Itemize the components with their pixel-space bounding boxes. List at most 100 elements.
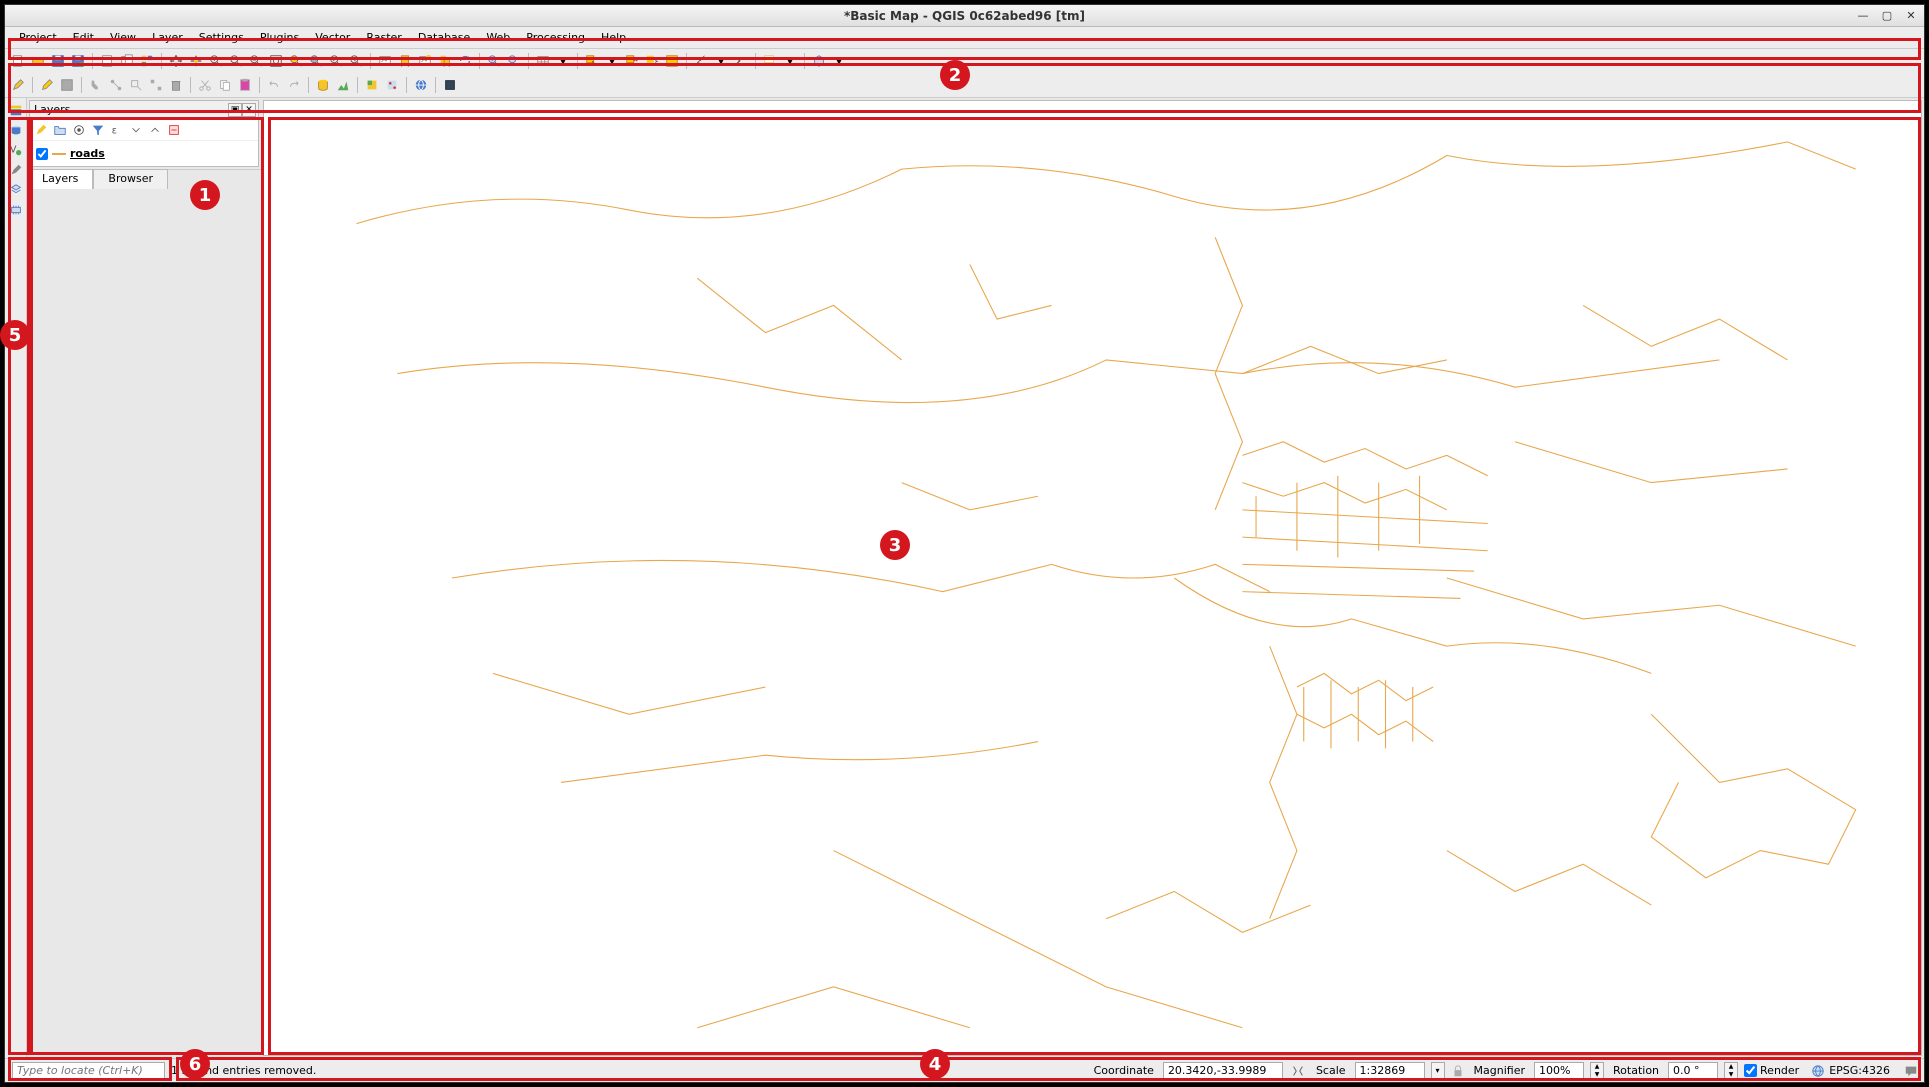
- expand-all-icon[interactable]: [128, 122, 144, 138]
- select-by-expression-icon[interactable]: ε: [643, 52, 661, 70]
- save-as-icon[interactable]: [69, 52, 87, 70]
- processing-toolbox-icon[interactable]: [441, 76, 459, 94]
- menu-project[interactable]: Project: [11, 29, 65, 46]
- redo-icon[interactable]: [285, 76, 303, 94]
- add-feature-icon[interactable]: [87, 76, 105, 94]
- zoom-in-icon[interactable]: [207, 52, 225, 70]
- show-bookmarks-icon[interactable]: [436, 52, 454, 70]
- menu-processing[interactable]: Processing: [518, 29, 593, 46]
- rotation-input[interactable]: [1668, 1062, 1718, 1080]
- zoom-to-layer-icon[interactable]: [307, 52, 325, 70]
- zoom-out-icon[interactable]: [227, 52, 245, 70]
- map-canvas[interactable]: [263, 100, 1922, 1056]
- temporal-controller-icon[interactable]: [416, 52, 434, 70]
- select-dropdown-icon[interactable]: ▾: [554, 52, 572, 70]
- measure-icon[interactable]: [692, 52, 710, 70]
- identify-icon[interactable]: [485, 52, 503, 70]
- collapse-all-icon[interactable]: [147, 122, 163, 138]
- layer-style-icon[interactable]: [33, 122, 49, 138]
- toggle-editing-icon[interactable]: [9, 76, 27, 94]
- raster-calc-icon[interactable]: [363, 76, 381, 94]
- identify-menu-icon[interactable]: [505, 52, 523, 70]
- menu-web[interactable]: Web: [478, 29, 518, 46]
- save-icon[interactable]: [49, 52, 67, 70]
- pan-to-selection-icon[interactable]: [187, 52, 205, 70]
- filter-by-expression-icon[interactable]: ε: [109, 122, 125, 138]
- plugin-db-icon[interactable]: [314, 76, 332, 94]
- close-button[interactable]: ✕: [1904, 9, 1918, 23]
- tab-layers[interactable]: Layers: [27, 169, 93, 189]
- scale-dropdown-button[interactable]: ▾: [1431, 1062, 1445, 1080]
- layout-manager-icon[interactable]: [118, 52, 136, 70]
- new-project-icon[interactable]: [9, 52, 27, 70]
- menu-view[interactable]: View: [102, 29, 144, 46]
- digitize-icon[interactable]: [107, 76, 125, 94]
- menu-layer[interactable]: Layer: [144, 29, 191, 46]
- move-feature-icon[interactable]: [127, 76, 145, 94]
- print-layout-icon[interactable]: [98, 52, 116, 70]
- coordinate-input[interactable]: [1163, 1062, 1283, 1080]
- remove-layer-icon[interactable]: [166, 122, 182, 138]
- add-group-icon[interactable]: [52, 122, 68, 138]
- new-spatialite-icon[interactable]: [8, 162, 24, 178]
- refresh-icon[interactable]: [456, 52, 474, 70]
- magnifier-input[interactable]: [1534, 1062, 1584, 1080]
- zoom-next-icon[interactable]: [347, 52, 365, 70]
- deselect-icon[interactable]: [623, 52, 641, 70]
- menu-vector[interactable]: Vector: [307, 29, 358, 46]
- pan-icon[interactable]: [167, 52, 185, 70]
- new-memory-layer-icon[interactable]: [8, 202, 24, 218]
- zoom-to-selection-icon[interactable]: [287, 52, 305, 70]
- plugin-topo-icon[interactable]: [334, 76, 352, 94]
- open-project-icon[interactable]: [29, 52, 47, 70]
- open-attribute-table-icon[interactable]: [534, 52, 552, 70]
- magnifier-spinner[interactable]: ▲▼: [1590, 1062, 1604, 1080]
- map-tips-dropdown-icon[interactable]: ▾: [781, 52, 799, 70]
- render-checkbox[interactable]: [1744, 1064, 1757, 1077]
- layer-roads-row[interactable]: roads: [34, 145, 254, 162]
- copy-icon[interactable]: [216, 76, 234, 94]
- tab-browser[interactable]: Browser: [93, 169, 168, 189]
- zoom-native-icon[interactable]: [247, 52, 265, 70]
- menu-raster[interactable]: Raster: [358, 29, 409, 46]
- locator-input[interactable]: [12, 1062, 165, 1080]
- zoom-full-icon[interactable]: [267, 52, 285, 70]
- new-bookmark-icon[interactable]: [396, 52, 414, 70]
- layer-visibility-checkbox[interactable]: [36, 148, 48, 160]
- map-tips-icon[interactable]: [761, 52, 779, 70]
- new-shapefile-icon[interactable]: V: [8, 142, 24, 158]
- new-geopackage-icon[interactable]: [8, 122, 24, 138]
- data-source-manager-icon[interactable]: [8, 102, 24, 118]
- options-dropdown-icon[interactable]: ▾: [830, 52, 848, 70]
- menu-settings[interactable]: Settings: [191, 29, 252, 46]
- style-manager-icon[interactable]: [138, 52, 156, 70]
- select-dropdown-2-icon[interactable]: ▾: [603, 52, 621, 70]
- messages-icon[interactable]: [1902, 1062, 1920, 1080]
- cut-icon[interactable]: [196, 76, 214, 94]
- save-edits-icon[interactable]: [58, 76, 76, 94]
- paste-icon[interactable]: [236, 76, 254, 94]
- panel-undock-button[interactable]: ▣: [228, 103, 242, 117]
- layer-tree[interactable]: roads: [30, 141, 258, 166]
- delete-selected-icon[interactable]: [167, 76, 185, 94]
- edit-pencil-icon[interactable]: [38, 76, 56, 94]
- new-3d-view-icon[interactable]: [810, 52, 828, 70]
- minimize-button[interactable]: —: [1856, 9, 1870, 23]
- georeferencer-icon[interactable]: [383, 76, 401, 94]
- zoom-last-icon[interactable]: [327, 52, 345, 70]
- menu-database[interactable]: Database: [410, 29, 479, 46]
- menu-help[interactable]: Help: [593, 29, 634, 46]
- new-virtual-layer-icon[interactable]: [8, 182, 24, 198]
- menu-edit[interactable]: Edit: [65, 29, 102, 46]
- statistical-summary-icon[interactable]: Σ: [732, 52, 750, 70]
- select-features-icon[interactable]: [583, 52, 601, 70]
- crs-button[interactable]: EPSG:4326: [1805, 1064, 1896, 1078]
- node-tool-icon[interactable]: [147, 76, 165, 94]
- maximize-button[interactable]: ▢: [1880, 9, 1894, 23]
- select-all-icon[interactable]: [663, 52, 681, 70]
- panel-close-button[interactable]: ✕: [242, 103, 256, 117]
- lock-scale-icon[interactable]: [1451, 1064, 1465, 1078]
- manage-themes-icon[interactable]: [71, 122, 87, 138]
- metasearch-icon[interactable]: [412, 76, 430, 94]
- undo-icon[interactable]: [265, 76, 283, 94]
